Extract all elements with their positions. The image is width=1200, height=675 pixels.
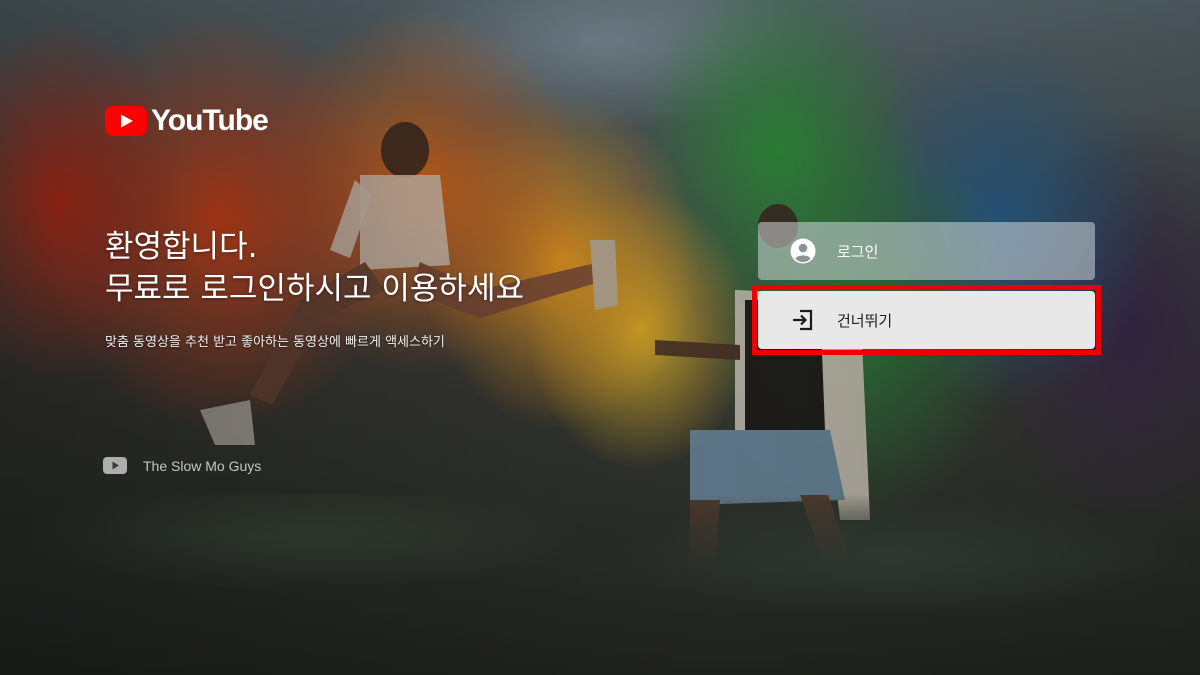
video-credit: The Slow Mo Guys xyxy=(103,457,261,474)
headline-line-1: 환영합니다. xyxy=(105,229,258,265)
logo-wordmark: YouTube xyxy=(151,104,269,137)
account-circle-icon xyxy=(790,238,816,264)
credit-channel-name: The Slow Mo Guys xyxy=(143,457,262,474)
youtube-logo: YouTube xyxy=(105,104,269,137)
skip-button-label: 건너뛰기 xyxy=(837,311,893,330)
youtube-play-icon xyxy=(105,106,147,136)
youtube-play-icon xyxy=(103,457,127,474)
login-button[interactable]: 로그인 xyxy=(758,222,1095,280)
headline-line-2: 무료로 로그인하시고 이용하세요 xyxy=(105,271,524,307)
skip-button[interactable]: 건너뛰기 xyxy=(758,291,1095,349)
login-button-label: 로그인 xyxy=(837,242,879,261)
welcome-description: 맞춤 동영상을 추천 받고 좋아하는 동영상에 빠르게 액세스하기 xyxy=(105,335,445,350)
tv-welcome-screen: YouTube 환영합니다. 무료로 로그인하시고 이용하세요 맞춤 동영상을 … xyxy=(0,0,1200,675)
welcome-headline: 환영합니다. 무료로 로그인하시고 이용하세요 xyxy=(105,226,524,310)
exit-arrow-icon xyxy=(793,309,813,331)
